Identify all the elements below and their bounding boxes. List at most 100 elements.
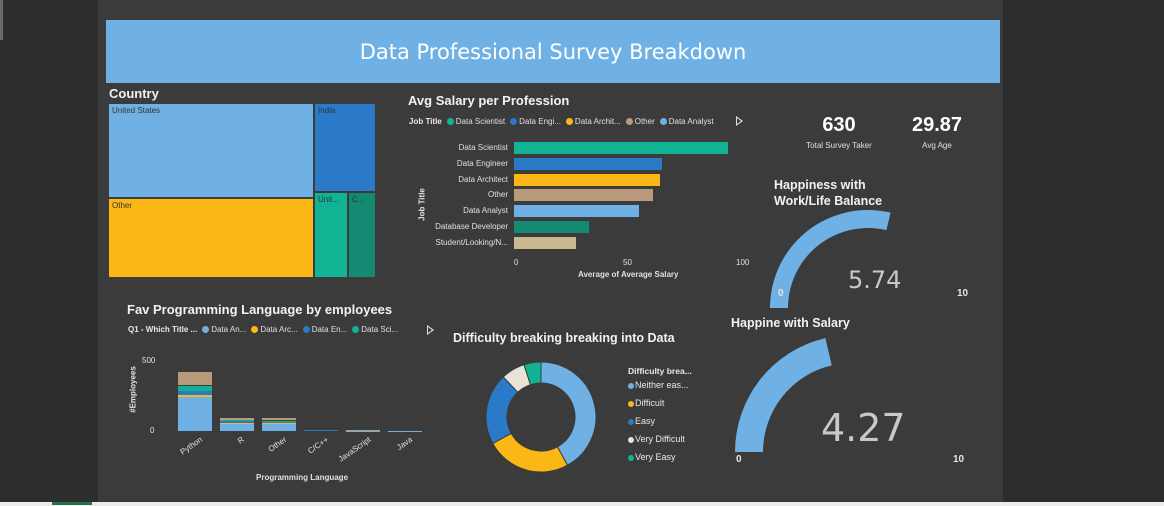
difficulty-legend-item[interactable]: Very Difficult bbox=[628, 434, 685, 444]
language-legend-item[interactable]: Data Sci... bbox=[352, 325, 398, 334]
report-title: Data Professional Survey Breakdown bbox=[359, 39, 747, 64]
language-y-tick: 500 bbox=[142, 356, 156, 365]
difficulty-legend-label: Neither eas... bbox=[635, 380, 689, 390]
salary-legend-item[interactable]: Data Analyst bbox=[659, 117, 714, 126]
donut-slice[interactable] bbox=[492, 432, 569, 473]
salary-legend-next-icon[interactable] bbox=[736, 116, 743, 126]
language-y-tick: 0 bbox=[150, 426, 155, 435]
salary-bar[interactable] bbox=[514, 157, 663, 170]
salary-legend[interactable]: Job Title Data Scientist Data Engi... Data… bbox=[409, 117, 714, 126]
salary-bar[interactable] bbox=[514, 221, 590, 233]
language-bar-segment[interactable] bbox=[220, 422, 254, 424]
treemap-cell[interactable]: Unit... bbox=[314, 192, 348, 278]
work-life-gauge-max: 10 bbox=[957, 288, 969, 299]
work-life-gauge-min: 0 bbox=[778, 288, 784, 299]
salary-bar[interactable] bbox=[514, 189, 654, 202]
language-chart-title: Fav Programming Language by employees bbox=[127, 302, 393, 317]
language-bar-segment[interactable] bbox=[220, 421, 254, 423]
language-bar-segment[interactable] bbox=[262, 421, 296, 423]
avg-age-label: Avg Age bbox=[922, 141, 952, 150]
salary-gauge-min: 0 bbox=[736, 454, 742, 465]
difficulty-legend-dot bbox=[628, 418, 634, 425]
salary-x-axis-label: Average of Average Salary bbox=[578, 270, 679, 279]
salary-legend-title: Job Title bbox=[409, 117, 442, 126]
salary-gauge-value: 4.27 bbox=[821, 406, 906, 450]
treemap-cell[interactable]: Other bbox=[108, 198, 314, 278]
difficulty-legend-label: Easy bbox=[635, 416, 656, 426]
salary-category-label: Data Analyst bbox=[463, 206, 508, 216]
difficulty-legend-item[interactable]: Easy bbox=[628, 416, 655, 426]
difficulty-legend-dot bbox=[628, 400, 634, 407]
language-bar-segment[interactable] bbox=[262, 417, 296, 421]
language-bar-segment[interactable] bbox=[262, 422, 296, 424]
language-bar-segment[interactable] bbox=[262, 420, 296, 422]
difficulty-donut[interactable] bbox=[480, 356, 602, 478]
difficulty-legend-item[interactable]: Very Easy bbox=[628, 452, 676, 462]
salary-category-label: Database Developer bbox=[435, 222, 508, 231]
salary-chart-title: Avg Salary per Profession bbox=[408, 93, 570, 108]
language-bar-segment[interactable] bbox=[178, 396, 212, 431]
language-bar-segment[interactable] bbox=[220, 418, 254, 421]
language-bar-segment[interactable] bbox=[220, 423, 254, 431]
language-legend-title: Q1 - Which Title ... bbox=[128, 325, 198, 334]
treemap-cell[interactable]: United States bbox=[108, 103, 314, 198]
language-legend-next-icon[interactable] bbox=[427, 325, 434, 335]
salary-bar[interactable] bbox=[514, 205, 640, 218]
language-legend-label: Data Arc... bbox=[260, 325, 298, 334]
salary-category-label: Data Engineer bbox=[456, 158, 508, 168]
salary-legend-item[interactable]: Data Engi... bbox=[510, 117, 561, 126]
difficulty-legend-item[interactable]: Difficult bbox=[628, 398, 664, 408]
language-legend[interactable]: Q1 - Which Title ... Data An... Data Arc.… bbox=[128, 325, 398, 334]
left-frame-marker bbox=[0, 0, 3, 40]
language-legend-label: Data Sci... bbox=[361, 325, 399, 334]
language-y-axis-label: #Employees bbox=[128, 366, 138, 413]
salary-legend-dot bbox=[565, 118, 573, 126]
salary-category-label: Other bbox=[487, 190, 508, 200]
language-legend-item[interactable]: Data An... bbox=[202, 325, 246, 334]
salary-legend-item[interactable]: Other bbox=[625, 117, 655, 126]
difficulty-legend-title: Difficulty brea... bbox=[628, 366, 692, 376]
difficulty-legend-dot bbox=[628, 454, 634, 461]
avg-age-value: 29.87 bbox=[911, 114, 963, 136]
salary-category-label: Student/Looking/N... bbox=[435, 237, 509, 247]
language-bar-segment[interactable] bbox=[220, 420, 254, 422]
salary-bar[interactable] bbox=[514, 236, 576, 249]
salary-bar[interactable] bbox=[514, 173, 660, 186]
language-bar-segment[interactable] bbox=[178, 372, 212, 386]
country-title: Country bbox=[109, 86, 159, 101]
treemap-cell[interactable]: C... bbox=[348, 192, 376, 278]
salary-legend-item[interactable]: Data Scientist bbox=[446, 117, 506, 126]
salary-x-tick: 100 bbox=[736, 258, 750, 267]
difficulty-legend-dot bbox=[628, 436, 634, 443]
right-frame bbox=[1003, 0, 1164, 506]
language-legend-dot bbox=[352, 326, 360, 334]
language-legend-dot bbox=[202, 326, 210, 334]
language-legend-item[interactable]: Data En... bbox=[302, 325, 348, 334]
sheet-tab-indicator[interactable] bbox=[52, 502, 92, 505]
language-bar-segment[interactable] bbox=[178, 390, 212, 395]
salary-gauge-max: 10 bbox=[953, 454, 965, 465]
report-header: Data Professional Survey Breakdown bbox=[106, 20, 1000, 83]
language-legend-item[interactable]: Data Arc... bbox=[251, 325, 298, 334]
difficulty-legend-item[interactable]: Neither eas... bbox=[628, 380, 689, 390]
salary-legend-label: Other bbox=[634, 117, 655, 126]
treemap-cell[interactable]: India bbox=[314, 103, 376, 192]
salary-bar[interactable] bbox=[514, 142, 729, 154]
language-bar-segment[interactable] bbox=[178, 385, 212, 391]
work-life-gauge-value: 5.74 bbox=[848, 266, 902, 294]
salary-legend-dot bbox=[659, 118, 667, 126]
survey-taker-value: 630 bbox=[822, 114, 856, 136]
salary-legend-label: Data Scientist bbox=[455, 117, 506, 126]
language-legend-dot bbox=[302, 326, 310, 334]
salary-legend-item[interactable]: Data Archit... bbox=[565, 117, 621, 126]
gauge-salary-arc bbox=[735, 338, 832, 452]
language-legend-label: Data En... bbox=[311, 325, 348, 334]
language-bar-segment[interactable] bbox=[304, 430, 338, 431]
language-bar-segment[interactable] bbox=[262, 423, 296, 431]
salary-x-tick: 0 bbox=[514, 258, 519, 267]
salary-legend-dot bbox=[625, 118, 633, 126]
language-x-axis-label: Programming Language bbox=[256, 473, 349, 482]
language-bar-segment[interactable] bbox=[178, 395, 212, 397]
language-legend-label: Data An... bbox=[211, 325, 247, 334]
salary-x-tick: 50 bbox=[623, 258, 632, 267]
